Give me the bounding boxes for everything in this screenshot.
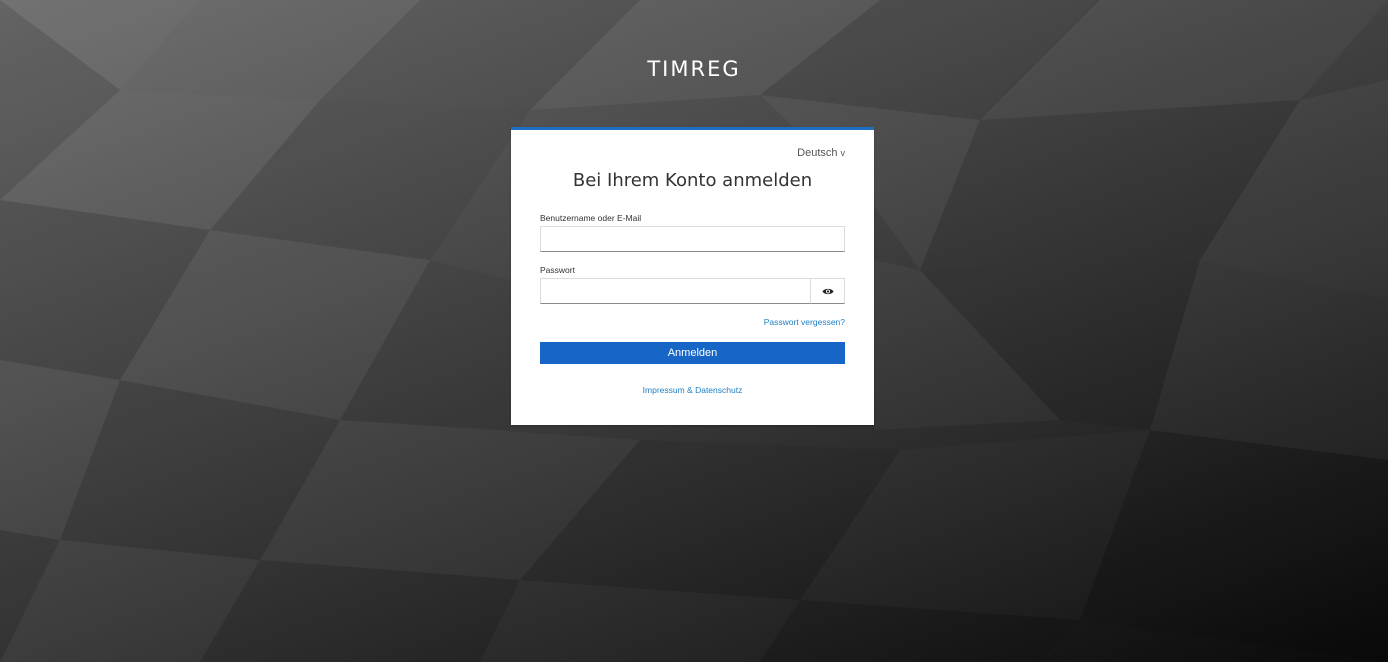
page-title: Bei Ihrem Konto anmelden <box>572 170 813 191</box>
password-input[interactable] <box>540 278 811 304</box>
footer-links: Impressum & Datenschutz <box>511 385 874 395</box>
login-card: Deutsch v Bei Ihrem Konto anmelden Benutz… <box>511 127 874 425</box>
app-title: TIMREG <box>647 57 741 81</box>
impressum-link[interactable]: Impressum & Datenschutz <box>643 385 743 395</box>
password-label: Passwort <box>540 265 575 275</box>
show-password-button[interactable] <box>810 278 845 304</box>
username-input[interactable] <box>540 226 845 252</box>
chevron-down-icon: v <box>840 148 846 158</box>
language-dropdown[interactable]: Deutsch v <box>797 147 845 159</box>
username-label: Benutzername oder E-Mail <box>540 213 642 223</box>
login-button[interactable]: Anmelden <box>540 342 845 364</box>
eye-icon <box>822 288 833 294</box>
forgot-password-link[interactable]: Passwort vergessen? <box>764 317 845 327</box>
language-label: Deutsch <box>797 147 838 159</box>
